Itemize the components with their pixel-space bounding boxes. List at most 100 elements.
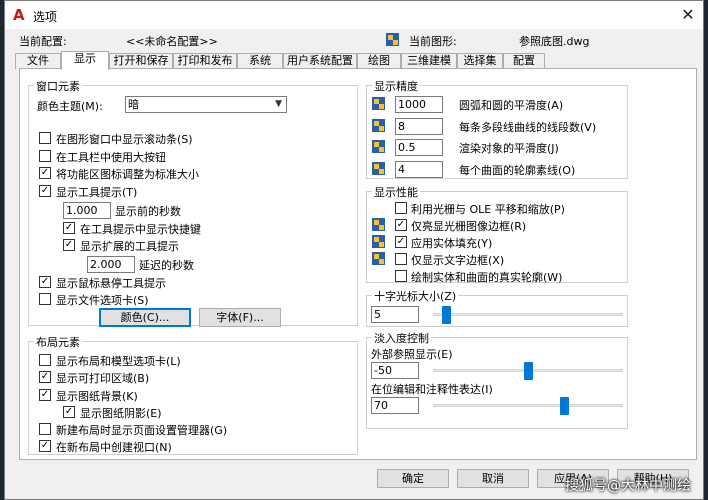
- group-title: 十字光标大小(Z): [372, 288, 459, 304]
- drawing-setting-icon: [372, 97, 385, 110]
- drawing-setting-icon: [372, 218, 385, 231]
- fade-control-group: 淡入度控制 外部参照显示(E) -50 在位编辑和注释性表达(I) 70: [366, 330, 628, 429]
- option-label: 显示布局和模型选项卡(L): [56, 355, 181, 368]
- drawing-setting-icon: [372, 162, 385, 175]
- display-tab-panel: 窗口元素 颜色主题(M): 暗 ▼ 在图形窗口中显示滚动条(S) 在工具栏中使用…: [19, 68, 697, 460]
- option-label: 绘制实体和曲面的真实轮廓(W): [411, 271, 563, 284]
- crosshair-size-input[interactable]: 5: [371, 306, 419, 323]
- tab-user-preferences[interactable]: 用户系统配置: [283, 53, 357, 69]
- checkbox-checked[interactable]: ✓: [63, 239, 75, 251]
- checkbox[interactable]: [395, 202, 407, 214]
- drawing-setting-icon: [372, 119, 385, 132]
- checkbox[interactable]: [39, 423, 51, 435]
- checkbox[interactable]: [39, 293, 51, 305]
- option-label: 新建布局时显示页面设置管理器(G): [56, 424, 228, 437]
- option-label: 在工具栏中使用大按钮: [56, 151, 166, 164]
- checkbox[interactable]: [39, 354, 51, 366]
- extended-tooltip-delay-label: 延迟的秒数: [139, 259, 194, 272]
- checkbox-checked[interactable]: ✓: [39, 389, 51, 401]
- group-title: 显示性能: [372, 184, 420, 200]
- option-label: 在图形窗口中显示滚动条(S): [56, 133, 193, 146]
- contour-lines-label: 每个曲面的轮廓素线(O): [459, 164, 576, 177]
- drawing-setting-icon: [372, 235, 385, 248]
- xref-fade-slider-thumb[interactable]: [523, 362, 533, 380]
- close-icon[interactable]: ✕: [677, 4, 699, 26]
- option-label: 将功能区图标调整为标准大小: [56, 168, 199, 181]
- checkbox-checked[interactable]: ✓: [395, 236, 407, 248]
- fonts-button[interactable]: 字体(F)...: [199, 308, 281, 327]
- color-theme-label: 颜色主题(M):: [37, 100, 103, 113]
- title-bar: A 选项 ✕: [5, 1, 703, 29]
- checkbox[interactable]: [395, 270, 407, 282]
- checkbox-checked[interactable]: ✓: [395, 219, 407, 231]
- xref-display-label: 外部参照显示(E): [371, 348, 453, 361]
- extended-tooltip-delay-input[interactable]: 2.000: [87, 256, 135, 273]
- rendered-smoothness-input[interactable]: 0.5: [395, 139, 443, 156]
- option-label: 应用实体填充(Y): [411, 237, 493, 250]
- drawing-setting-icon: [372, 252, 385, 265]
- tooltip-delay-label: 显示前的秒数: [115, 205, 181, 218]
- option-label: 在工具提示中显示快捷键: [80, 223, 201, 236]
- checkbox-checked[interactable]: ✓: [39, 440, 51, 452]
- in-place-fade-slider-thumb[interactable]: [559, 397, 569, 415]
- tab-open-save[interactable]: 打开和保存: [109, 53, 173, 69]
- in-place-edit-label: 在位编辑和注释性表达(I): [371, 383, 493, 396]
- color-theme-select[interactable]: 暗 ▼: [125, 96, 287, 113]
- option-label: 显示可打印区域(B): [56, 372, 150, 385]
- checkbox-checked[interactable]: ✓: [63, 406, 75, 418]
- checkbox-checked[interactable]: ✓: [39, 276, 51, 288]
- cancel-button[interactable]: 取消: [457, 469, 529, 488]
- checkbox[interactable]: [395, 253, 407, 265]
- tab-system[interactable]: 系统: [237, 53, 283, 69]
- tab-files[interactable]: 文件: [15, 53, 61, 69]
- xref-fade-input[interactable]: -50: [371, 362, 419, 379]
- tab-selection[interactable]: 选择集: [457, 53, 503, 69]
- arc-smoothness-input[interactable]: 1000: [395, 96, 443, 113]
- tab-3d-modeling[interactable]: 三维建模: [401, 53, 457, 69]
- current-profile-value: <<未命名配置>>: [126, 35, 218, 48]
- option-label: 显示鼠标悬停工具提示: [56, 277, 166, 290]
- current-profile-label: 当前配置:: [19, 35, 67, 48]
- options-dialog: A 选项 ✕ 当前配置: <<未命名配置>> 当前图形: 参照底图.dwg 文件…: [4, 0, 704, 500]
- drawing-setting-icon: [372, 140, 385, 153]
- option-label: 显示图纸背景(K): [56, 390, 138, 403]
- checkbox-checked[interactable]: ✓: [39, 185, 51, 197]
- option-label: 仅亮显光栅图像边框(R): [411, 220, 527, 233]
- polyline-segments-label: 每条多段线曲线的线段数(V): [459, 121, 597, 134]
- in-place-fade-input[interactable]: 70: [371, 397, 419, 414]
- display-resolution-group: 显示精度 1000 圆弧和圆的平滑度(A) 8 每条多段线曲线的线段数(V) 0…: [366, 78, 628, 179]
- in-place-fade-slider-track[interactable]: [433, 404, 623, 407]
- ok-button[interactable]: 确定: [377, 469, 449, 488]
- checkbox-checked[interactable]: ✓: [63, 222, 75, 234]
- layout-elements-group: 布局元素 显示布局和模型选项卡(L) ✓ 显示可打印区域(B) ✓ 显示图纸背景…: [28, 334, 358, 455]
- rendered-smoothness-label: 渲染对象的平滑度(J): [459, 142, 559, 155]
- checkbox[interactable]: [39, 150, 51, 162]
- tab-display[interactable]: 显示: [61, 51, 109, 70]
- tab-drafting[interactable]: 绘图: [357, 53, 401, 69]
- polyline-segments-input[interactable]: 8: [395, 118, 443, 135]
- current-drawing-value: 参照底图.dwg: [519, 35, 590, 48]
- option-label: 仅显示文字边框(X): [411, 254, 505, 267]
- autocad-logo-icon: A: [13, 6, 25, 24]
- contour-lines-input[interactable]: 4: [395, 161, 443, 178]
- colors-button[interactable]: 颜色(C)...: [99, 308, 191, 327]
- crosshair-size-slider-thumb[interactable]: [442, 306, 452, 324]
- option-label: 显示工具提示(T): [56, 186, 138, 199]
- color-theme-value: 暗: [128, 98, 139, 111]
- option-label: 显示文件选项卡(S): [56, 294, 149, 307]
- window-elements-group: 窗口元素 颜色主题(M): 暗 ▼ 在图形窗口中显示滚动条(S) 在工具栏中使用…: [28, 78, 358, 327]
- tab-plot-publish[interactable]: 打印和发布: [173, 53, 237, 69]
- checkbox-checked[interactable]: ✓: [39, 167, 51, 179]
- group-title: 窗口元素: [34, 78, 82, 94]
- checkbox[interactable]: [39, 132, 51, 144]
- tooltip-delay-input[interactable]: 1.000: [63, 202, 111, 219]
- crosshair-size-slider-track[interactable]: [433, 313, 623, 316]
- tab-profiles[interactable]: 配置: [503, 53, 545, 69]
- current-drawing-label: 当前图形:: [409, 35, 457, 48]
- checkbox-checked[interactable]: ✓: [39, 371, 51, 383]
- chevron-down-icon: ▼: [275, 99, 282, 109]
- option-label: 显示扩展的工具提示: [80, 240, 179, 253]
- option-label: 在新布局中创建视口(N): [56, 441, 172, 454]
- arc-smoothness-label: 圆弧和圆的平滑度(A): [459, 99, 564, 112]
- group-title: 显示精度: [372, 78, 420, 94]
